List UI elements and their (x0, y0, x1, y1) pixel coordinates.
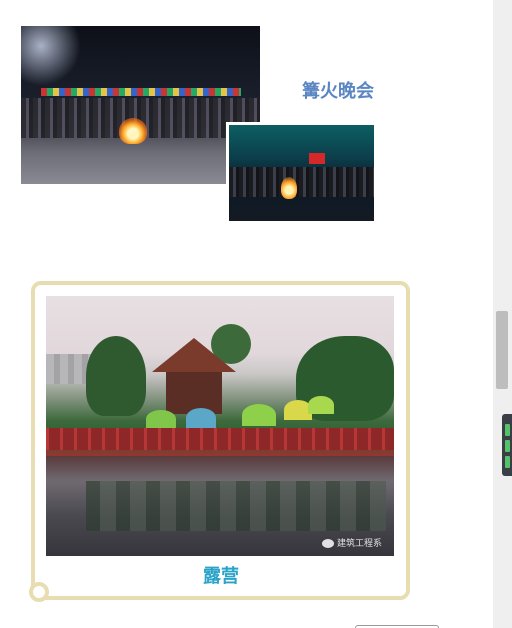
red-flag (309, 153, 325, 164)
red-boardwalk (46, 428, 394, 450)
side-widget-bar (505, 456, 510, 468)
bonfire-photo-secondary-image (229, 125, 374, 221)
frame-corner-ornament (29, 582, 49, 602)
pavilion (166, 372, 222, 414)
camping-watermark: 建筑工程系 (322, 536, 382, 549)
tent (146, 410, 176, 428)
tent (186, 408, 216, 428)
tent (308, 396, 334, 414)
vertical-scrollbar[interactable] (493, 0, 512, 628)
crowd (229, 167, 374, 197)
wechat-icon (322, 539, 334, 548)
camping-photo: 建筑工程系 (46, 296, 394, 556)
scrollbar-thumb[interactable] (496, 311, 508, 389)
tree (86, 336, 146, 416)
article-content: 篝火晚会 建筑工程系 露营 (0, 0, 493, 628)
camping-section-title: 露营 (203, 566, 239, 587)
side-widget-icon[interactable] (502, 414, 512, 476)
reflected-trees (86, 481, 386, 531)
camping-watermark-text: 建筑工程系 (337, 539, 383, 549)
bonfire-flame (281, 177, 297, 199)
bonfire-photo-secondary (226, 122, 377, 224)
pavilion-roof (152, 338, 236, 372)
bonfire-section-title: 篝火晚会 (302, 81, 374, 102)
side-widget-bar (505, 440, 510, 452)
bonfire-photo-main (21, 26, 260, 184)
tent (242, 404, 276, 426)
bonfire-flame (119, 118, 147, 144)
side-widget-bar (505, 424, 510, 436)
camera-flash (21, 26, 81, 86)
bunting-flags (41, 88, 241, 96)
